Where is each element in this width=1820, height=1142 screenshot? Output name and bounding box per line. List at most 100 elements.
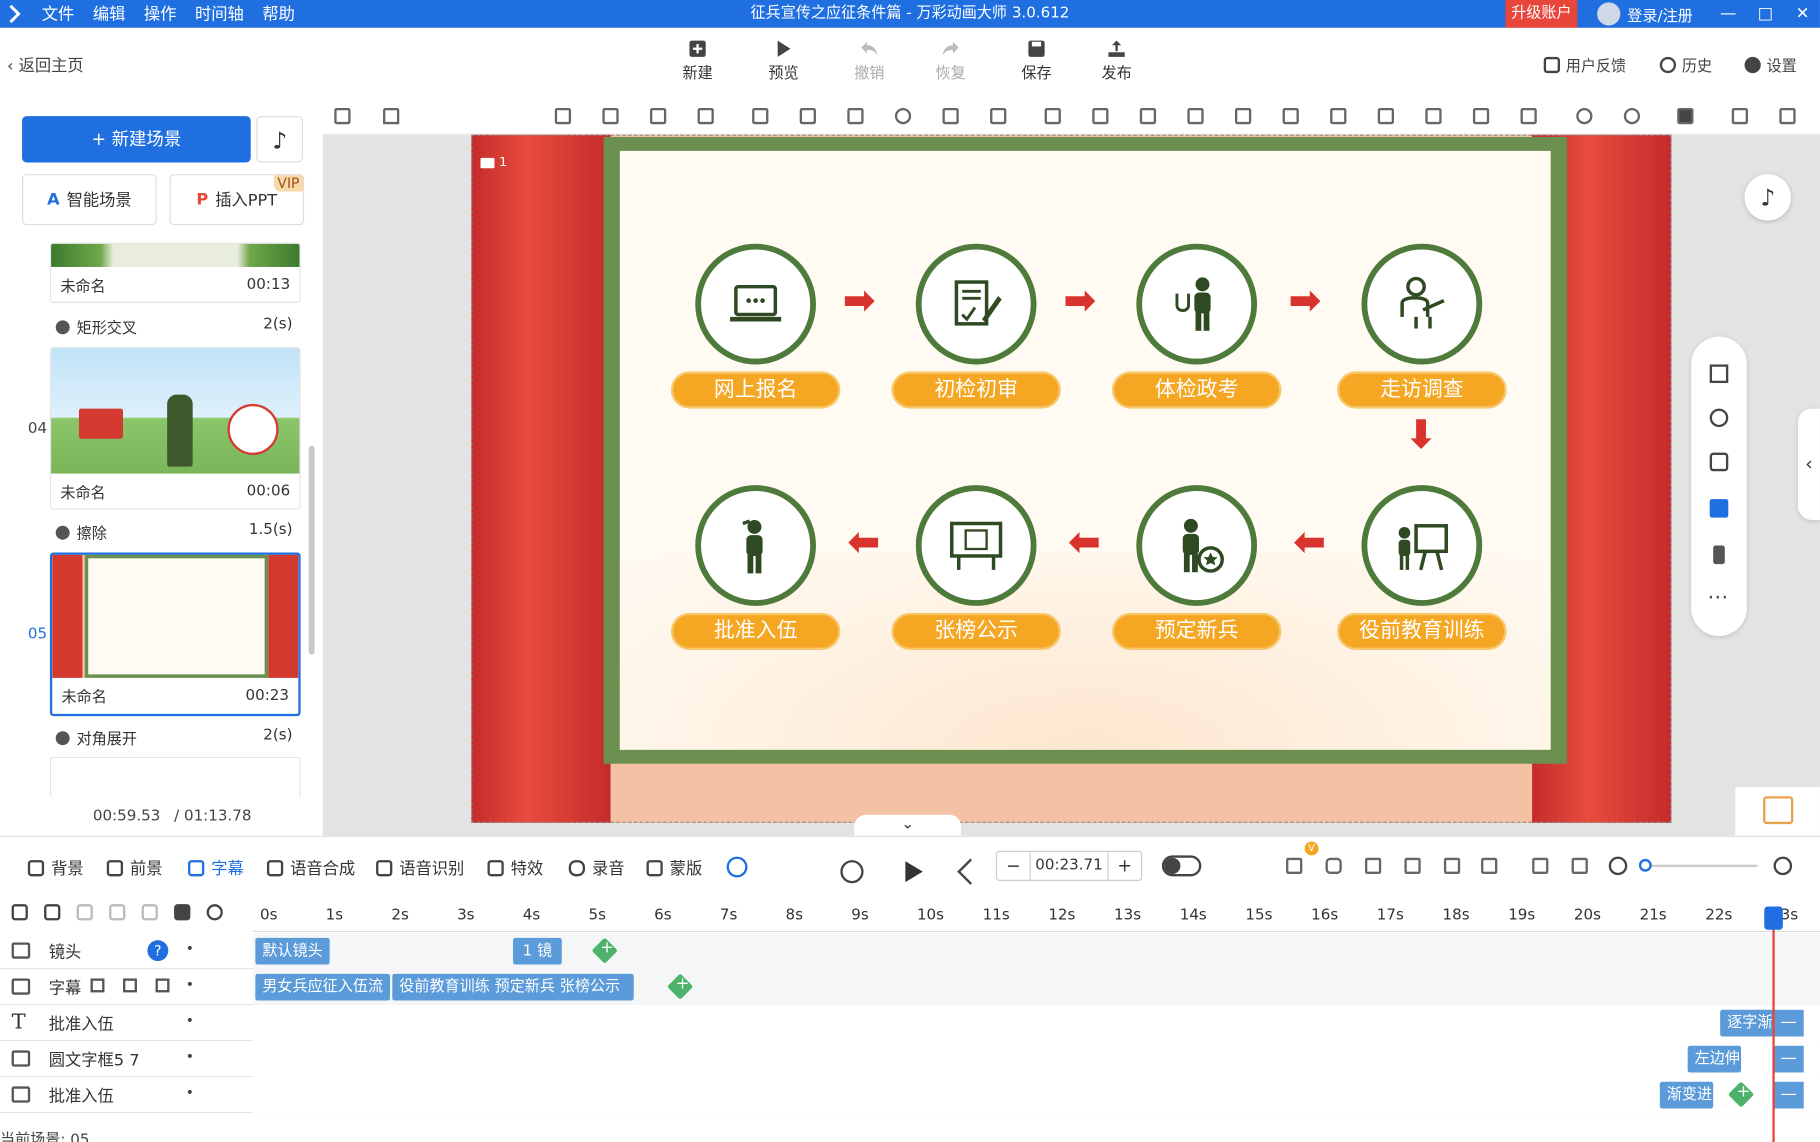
step-public-notice[interactable]: 张榜公示 bbox=[891, 485, 1061, 650]
feedback-link[interactable]: 用户反馈 bbox=[1543, 53, 1626, 75]
music-icon[interactable]: ♪ bbox=[256, 116, 303, 163]
eye-icon[interactable] bbox=[206, 904, 223, 921]
frame-icon[interactable] bbox=[1234, 107, 1252, 125]
align-bottom-icon[interactable] bbox=[554, 107, 572, 125]
copy-icon[interactable] bbox=[1731, 107, 1749, 125]
camera-chip[interactable]: 默认镜头 bbox=[255, 937, 330, 965]
effect-chip[interactable]: 左边伸 bbox=[1687, 1045, 1742, 1073]
track-lane[interactable]: 左边伸 bbox=[253, 1041, 1820, 1078]
process-board[interactable]: 网上报名 ➡ 初检初审 ➡ 体检政考 ➡ 走访调查 ⬇ 批准入伍 ⬅ 张榜公示 bbox=[603, 136, 1567, 764]
fit-width-icon[interactable] bbox=[1532, 857, 1549, 875]
help-icon[interactable]: ? bbox=[147, 940, 169, 962]
new-button[interactable]: 新建 bbox=[669, 39, 727, 82]
delete-icon[interactable] bbox=[141, 904, 158, 921]
subtitle-chip[interactable]: 役前教育训练 预定新兵 张榜公示 bbox=[392, 973, 634, 1001]
crop-icon[interactable] bbox=[990, 107, 1007, 125]
step-pre-service-training[interactable]: 役前教育训练 bbox=[1337, 485, 1507, 650]
add-keyframe-icon[interactable] bbox=[591, 937, 618, 964]
effect-chip[interactable]: 渐变进 bbox=[1659, 1081, 1714, 1109]
playhead-handle[interactable] bbox=[1764, 906, 1783, 930]
tab-foreground[interactable]: 前景 bbox=[106, 857, 162, 880]
remove-effect-button[interactable]: — bbox=[1773, 1009, 1804, 1037]
import-icon[interactable] bbox=[155, 978, 170, 993]
history-link[interactable]: 历史 bbox=[1659, 53, 1712, 75]
distribute-icon[interactable] bbox=[697, 107, 714, 125]
step-initial-check[interactable]: 初检初审 bbox=[891, 243, 1061, 409]
undo-button[interactable]: 撤销 bbox=[840, 39, 898, 82]
step-physical-exam[interactable]: 体检政考 bbox=[1111, 243, 1282, 409]
playhead[interactable] bbox=[1772, 906, 1775, 1142]
minimize-button[interactable]: — bbox=[1711, 0, 1746, 28]
maximize-button[interactable]: □ bbox=[1748, 0, 1783, 28]
time-ruler[interactable]: 0s 1s 2s 3s 4s 5s 6s 7s 8s 9s 10s 11s 12s 13s 14s 15s 16… bbox=[253, 900, 1820, 933]
format-icon[interactable] bbox=[334, 107, 351, 125]
add-track-icon[interactable] bbox=[11, 904, 28, 921]
subtitle-chip[interactable]: 男女兵应征入伍流 bbox=[255, 973, 390, 1001]
side-panel-tab[interactable]: ‹ bbox=[1797, 408, 1820, 520]
more-tabs-icon[interactable] bbox=[726, 856, 748, 878]
transition-item[interactable]: 矩形交叉 2(s) bbox=[55, 316, 293, 338]
track-lane[interactable]: 渐变进 bbox=[253, 1077, 1820, 1114]
edit-icon[interactable] bbox=[1364, 857, 1382, 875]
step-preselect-recruit[interactable]: 预定新兵 bbox=[1111, 485, 1282, 650]
more-icon[interactable]: ⋯ bbox=[1707, 585, 1728, 609]
play-button[interactable] bbox=[903, 860, 924, 883]
new-scene-button[interactable]: + 新建场景 bbox=[22, 116, 251, 163]
upgrade-button[interactable]: 升级账户 bbox=[1505, 0, 1578, 28]
zoom-in-icon[interactable] bbox=[1576, 107, 1593, 125]
zoom-slider[interactable] bbox=[1638, 858, 1758, 872]
tab-effects[interactable]: 特效 bbox=[487, 857, 543, 880]
scene-card-empty[interactable] bbox=[49, 756, 301, 799]
bracket-icon[interactable] bbox=[1286, 857, 1303, 875]
save-button[interactable]: 保存 bbox=[1007, 39, 1065, 82]
effect-chip[interactable]: 逐字渐 bbox=[1720, 1009, 1774, 1037]
align-col-icon[interactable] bbox=[1092, 107, 1109, 125]
move-up-icon[interactable] bbox=[109, 904, 126, 921]
align-row-icon[interactable] bbox=[1139, 107, 1157, 125]
rotate-icon[interactable] bbox=[894, 107, 912, 125]
lock-icon[interactable] bbox=[847, 107, 864, 125]
folder-icon[interactable] bbox=[44, 904, 61, 921]
time-minus-button[interactable]: − bbox=[997, 855, 1029, 876]
back-home-link[interactable]: ‹ 返回主页 bbox=[7, 53, 84, 76]
display-icon[interactable] bbox=[1709, 499, 1729, 518]
move-down-icon[interactable] bbox=[76, 904, 93, 921]
stage[interactable]: 1 网上报名 ➡ 初检初审 ➡ 体检政考 ➡ 走访调查 ⬇ 批准入伍 ⬅ 张榜公… bbox=[471, 134, 1672, 823]
delete-icon[interactable] bbox=[123, 978, 137, 993]
unlock-icon[interactable] bbox=[1709, 452, 1729, 472]
home-icon[interactable] bbox=[383, 107, 400, 125]
align-middle-icon[interactable] bbox=[649, 107, 667, 125]
sliders-icon[interactable] bbox=[1481, 857, 1498, 875]
align-right-icon[interactable] bbox=[1330, 107, 1347, 125]
tab-tts[interactable]: 语音合成 bbox=[266, 857, 355, 880]
settings-link[interactable]: 设置 bbox=[1744, 53, 1797, 75]
login-button[interactable]: 登录/注册 bbox=[1597, 0, 1693, 28]
time-value[interactable]: 00:23.71 bbox=[1029, 851, 1109, 880]
transition-item[interactable]: 擦除 1.5(s) bbox=[55, 521, 293, 543]
time-stepper[interactable]: − 00:23.71 + bbox=[995, 850, 1143, 881]
scene-card-selected[interactable]: 未命名 00:23 bbox=[49, 552, 301, 717]
close-button[interactable]: ✕ bbox=[1785, 0, 1820, 28]
tab-background[interactable]: 背景 bbox=[27, 857, 84, 880]
paste-icon[interactable] bbox=[1779, 107, 1796, 125]
tab-record[interactable]: 录音 bbox=[568, 857, 624, 880]
remove-effect-button[interactable]: — bbox=[1773, 1045, 1804, 1073]
scene-card[interactable]: 未命名 00:06 bbox=[49, 347, 301, 510]
publish-button[interactable]: 发布 bbox=[1088, 39, 1146, 82]
track-lane[interactable]: 逐字渐 bbox=[253, 1005, 1820, 1042]
flip-v-icon[interactable] bbox=[799, 107, 816, 125]
add-keyframe-icon[interactable] bbox=[1727, 1081, 1755, 1108]
phone-icon[interactable] bbox=[1713, 545, 1725, 565]
edit-icon[interactable] bbox=[90, 978, 105, 993]
bottom-edge-icon[interactable] bbox=[1472, 107, 1490, 125]
camera-chip[interactable]: 1 镜 bbox=[513, 937, 562, 965]
filter-icon[interactable] bbox=[1443, 857, 1461, 875]
tab-mask[interactable]: 蒙版 bbox=[646, 857, 702, 880]
zoom-out-icon[interactable] bbox=[1608, 856, 1628, 876]
split-icon[interactable] bbox=[1404, 857, 1421, 875]
remove-effect-button[interactable]: — bbox=[1773, 1081, 1804, 1109]
fit-screen-icon[interactable] bbox=[1709, 364, 1729, 384]
camera-icon[interactable] bbox=[1325, 857, 1342, 875]
collapse-toggle[interactable]: ⌄ bbox=[854, 814, 962, 836]
redo-button[interactable]: 恢复 bbox=[922, 39, 980, 82]
